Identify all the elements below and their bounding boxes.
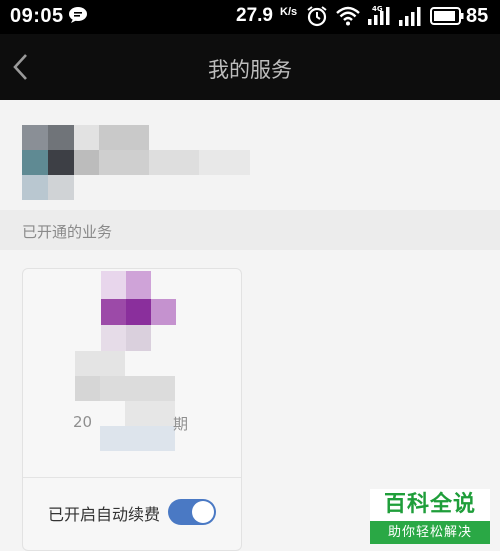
status-time: 09:05: [10, 5, 64, 27]
section-header: 已开通的业务: [0, 210, 500, 250]
wifi-icon: [336, 6, 360, 26]
service-expiry-label: 期: [173, 415, 189, 433]
auto-renew-toggle[interactable]: [168, 499, 216, 525]
service-name-obscured: [75, 351, 175, 451]
signal-4g-icon: 4G: [368, 5, 390, 25]
status-bar: 09:05 27.9 K/s 4G 85: [0, 0, 500, 34]
network-speed-value: 27.9: [236, 5, 273, 26]
auto-renew-label: 已开启自动续费: [48, 505, 161, 524]
page-title: 我的服务: [208, 58, 292, 82]
service-logo-obscured: [101, 271, 176, 351]
watermark-title: 百科全说: [370, 489, 490, 521]
card-divider: [23, 477, 241, 478]
network-speed-unit: K/s: [280, 6, 298, 18]
signal-icon: [399, 7, 421, 26]
service-card[interactable]: 20 期 已开启自动续费: [22, 268, 242, 551]
chat-bubble-icon: [69, 7, 87, 23]
toggle-knob: [192, 501, 214, 523]
navigation-bar: 我的服务: [0, 34, 500, 100]
profile-name-obscured: [74, 125, 250, 175]
battery-icon: [430, 7, 464, 25]
service-start-date: 20: [73, 413, 93, 431]
watermark-logo: 百科全说 助你轻松解决: [370, 489, 490, 544]
battery-percent: 85: [466, 5, 489, 27]
alarm-icon: [307, 6, 327, 27]
profile-header: [0, 100, 500, 210]
avatar: [22, 125, 74, 200]
section-label: 已开通的业务: [22, 223, 113, 241]
watermark-subtitle: 助你轻松解决: [370, 521, 490, 544]
